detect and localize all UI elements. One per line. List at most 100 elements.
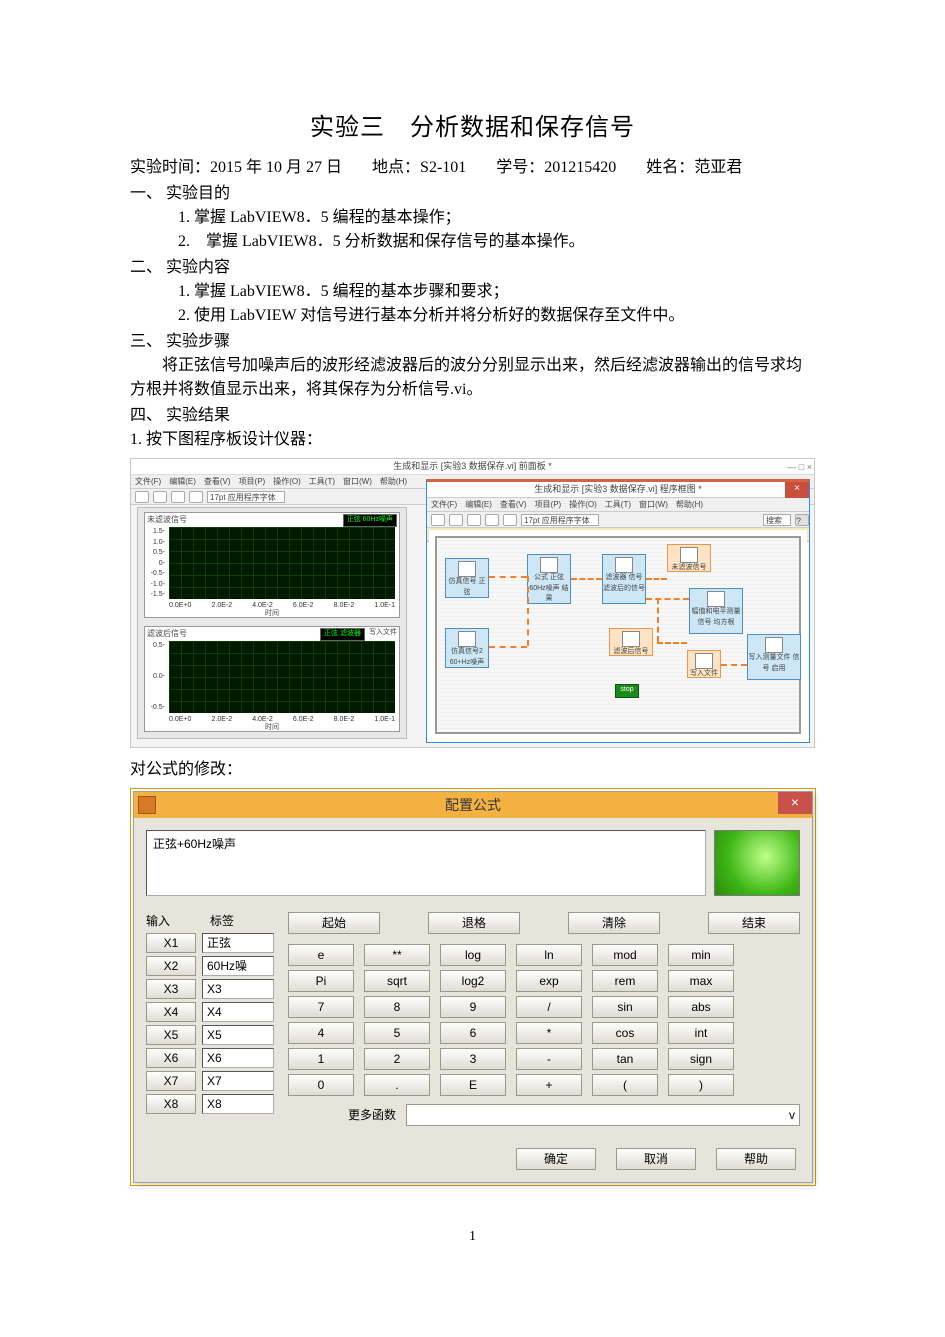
node-write-file[interactable]: 写入测量文件 信号 启用 [747, 634, 801, 680]
run-continuous-button[interactable] [153, 491, 167, 503]
key-5[interactable]: 5 [364, 1022, 430, 1044]
node-unfiltered-ind[interactable]: 未滤波信号 [667, 544, 711, 572]
key-clear[interactable]: 清除 [568, 912, 660, 934]
node-filtered-ind[interactable]: 滤波后信号 [609, 628, 653, 656]
key-6[interactable]: 6 [440, 1022, 506, 1044]
key-sqrt[interactable]: sqrt [364, 970, 430, 992]
bd-close-icon[interactable]: × [785, 482, 809, 498]
x5-label-input[interactable]: X5 [202, 1025, 274, 1045]
bd-menubar[interactable]: 文件(F) 编辑(E) 查看(V) 项目(P) 操作(O) 工具(T) 窗口(W… [427, 498, 809, 512]
key-1[interactable]: 1 [288, 1048, 354, 1070]
x4-label-input[interactable]: X4 [202, 1002, 274, 1022]
more-functions-combo[interactable]: v [406, 1104, 800, 1126]
key-log[interactable]: log [440, 944, 506, 966]
pause-button[interactable] [189, 491, 203, 503]
key-E[interactable]: E [440, 1074, 506, 1096]
bd-canvas[interactable]: 仿真信号 正弦 仿真信号2 60+Hz噪声 公式 正弦 60Hz噪声 结果 滤波… [429, 530, 807, 740]
key-0[interactable]: 0 [288, 1074, 354, 1096]
key-3[interactable]: 3 [440, 1048, 506, 1070]
key-int[interactable]: int [668, 1022, 734, 1044]
key-div[interactable]: / [516, 996, 582, 1018]
key-sub[interactable]: - [516, 1048, 582, 1070]
key-dot[interactable]: . [364, 1074, 430, 1096]
x2-button[interactable]: X2 [146, 956, 196, 976]
x4-button[interactable]: X4 [146, 1002, 196, 1022]
ok-button[interactable]: 确定 [516, 1148, 596, 1170]
run-button[interactable] [135, 491, 149, 503]
bd-pause-button[interactable] [485, 514, 499, 526]
while-loop[interactable]: 仿真信号 正弦 仿真信号2 60+Hz噪声 公式 正弦 60Hz噪声 结果 滤波… [435, 536, 801, 734]
fd-titlebar[interactable]: 配置公式 × [134, 792, 812, 818]
key-start[interactable]: 起始 [288, 912, 380, 934]
x6-label-input[interactable]: X6 [202, 1048, 274, 1068]
key-mod[interactable]: mod [592, 944, 658, 966]
key-ln[interactable]: ln [516, 944, 582, 966]
x1-label-input[interactable]: 正弦 [202, 933, 274, 953]
x5-button[interactable]: X5 [146, 1025, 196, 1045]
x6-button[interactable]: X6 [146, 1048, 196, 1068]
font-combo[interactable]: 17pt 应用程序字体 [207, 491, 285, 503]
key-9[interactable]: 9 [440, 996, 506, 1018]
menu-help[interactable]: 帮助(H) [380, 476, 407, 488]
menu-tools[interactable]: 工具(T) [309, 476, 335, 488]
key-mul[interactable]: * [516, 1022, 582, 1044]
node-write1[interactable]: 写入文件 [687, 650, 721, 678]
key-cos[interactable]: cos [592, 1022, 658, 1044]
menu-file[interactable]: 文件(F) [135, 476, 161, 488]
bd-abort-button[interactable] [467, 514, 481, 526]
node-rms[interactable]: 幅值和电平测量 信号 均方根 [689, 588, 743, 634]
node-sim2[interactable]: 仿真信号2 60+Hz噪声 [445, 628, 489, 668]
key-sin[interactable]: sin [592, 996, 658, 1018]
key-exp[interactable]: exp [516, 970, 582, 992]
key-log2[interactable]: log2 [440, 970, 506, 992]
node-sim1[interactable]: 仿真信号 正弦 [445, 558, 489, 598]
x8-button[interactable]: X8 [146, 1094, 196, 1114]
node-filter[interactable]: 滤波器 信号 滤波后的信号 [602, 554, 646, 604]
key-2[interactable]: 2 [364, 1048, 430, 1070]
x8-label-input[interactable]: X8 [202, 1094, 274, 1114]
bd-run-button[interactable] [431, 514, 445, 526]
x7-button[interactable]: X7 [146, 1071, 196, 1091]
key-7[interactable]: 7 [288, 996, 354, 1018]
key-8[interactable]: 8 [364, 996, 430, 1018]
bd-toolbar[interactable]: 17pt 应用程序字体 搜索 ? [427, 512, 809, 528]
key-rem[interactable]: rem [592, 970, 658, 992]
help-button[interactable]: 帮助 [716, 1148, 796, 1170]
bd-font-combo[interactable]: 17pt 应用程序字体 [521, 514, 599, 526]
key-pi[interactable]: Pi [288, 970, 354, 992]
bd-help-icon[interactable]: ? [795, 514, 809, 526]
x7-label-input[interactable]: X7 [202, 1071, 274, 1091]
graph-unfiltered[interactable]: 未滤波信号 正弦 60Hz噪声 1.5- 1.0- 0.5- 0- -0.5- … [144, 512, 400, 618]
window-controls[interactable]: — □ × [787, 461, 812, 475]
menu-view[interactable]: 查看(V) [204, 476, 231, 488]
key-add[interactable]: + [516, 1074, 582, 1096]
x3-label-input[interactable]: X3 [202, 979, 274, 999]
menu-edit[interactable]: 编辑(E) [169, 476, 196, 488]
key-4[interactable]: 4 [288, 1022, 354, 1044]
key-e[interactable]: e [288, 944, 354, 966]
key-lparen[interactable]: ( [592, 1074, 658, 1096]
x3-button[interactable]: X3 [146, 979, 196, 999]
menu-operate[interactable]: 操作(O) [273, 476, 301, 488]
bd-search-box[interactable]: 搜索 [763, 514, 791, 526]
fd-close-icon[interactable]: × [778, 792, 812, 814]
node-formula[interactable]: 公式 正弦 60Hz噪声 结果 [527, 554, 571, 604]
graph-filtered[interactable]: 滤波后信号 正弦 滤波器 写入文件 0.5- 0.0- -0.5- 0.0E+0 [144, 626, 400, 732]
key-tan[interactable]: tan [592, 1048, 658, 1070]
bd-run-cont-button[interactable] [449, 514, 463, 526]
key-end[interactable]: 结束 [708, 912, 800, 934]
key-backspace[interactable]: 退格 [428, 912, 520, 934]
x1-button[interactable]: X1 [146, 933, 196, 953]
abort-button[interactable] [171, 491, 185, 503]
key-sign[interactable]: sign [668, 1048, 734, 1070]
key-pow[interactable]: ** [364, 944, 430, 966]
menu-project[interactable]: 项目(P) [239, 476, 266, 488]
node-stop[interactable]: stop [615, 684, 639, 698]
menu-window[interactable]: 窗口(W) [343, 476, 372, 488]
key-max[interactable]: max [668, 970, 734, 992]
formula-expression-box[interactable]: 正弦+60Hz噪声 [146, 830, 706, 896]
bd-highlight-button[interactable] [503, 514, 517, 526]
x2-label-input[interactable]: 60Hz噪 [202, 956, 274, 976]
cancel-button[interactable]: 取消 [616, 1148, 696, 1170]
key-abs[interactable]: abs [668, 996, 734, 1018]
